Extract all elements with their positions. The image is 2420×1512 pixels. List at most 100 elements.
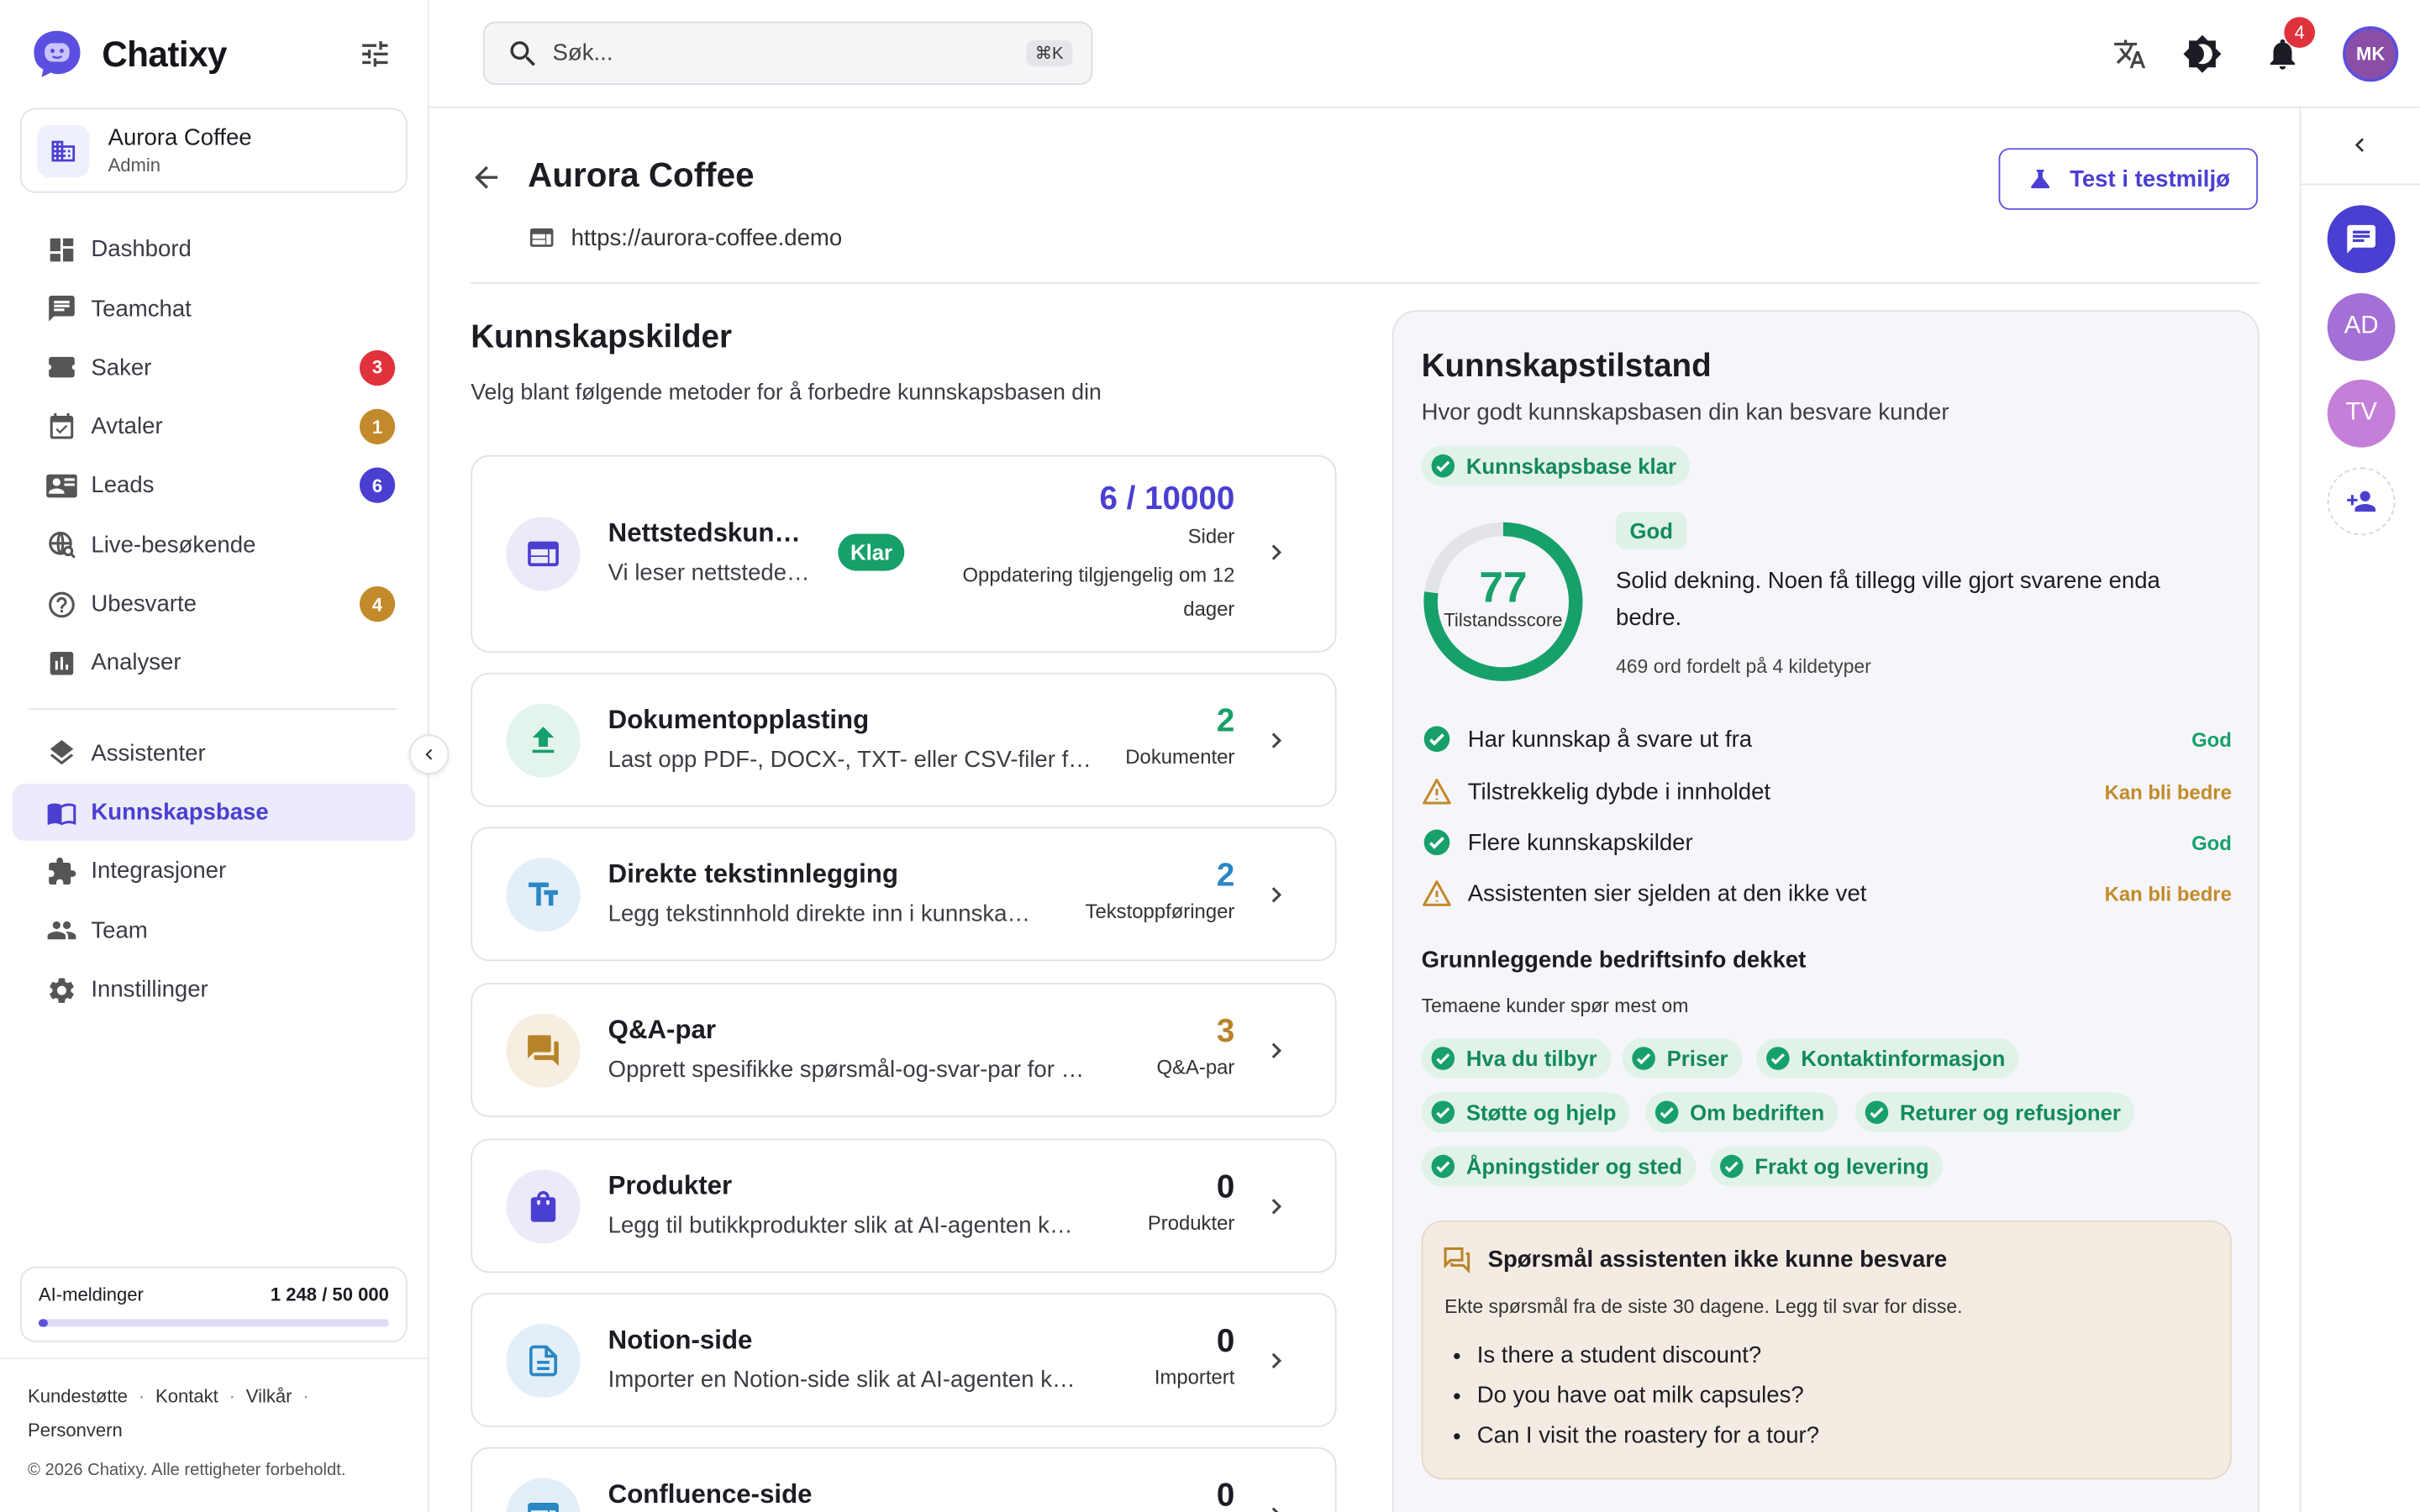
source-card-qa-pairs[interactable]: Q&A-par Opprett spesifikke spørsmål-og-s… xyxy=(471,982,1337,1117)
source-card-products[interactable]: Produkter Legg til butikkprodukter slik … xyxy=(471,1138,1337,1273)
health-score: 77 xyxy=(1479,563,1528,612)
sidebar-item-integrations[interactable]: Integrasjoner xyxy=(13,843,415,900)
footer-link-privacy[interactable]: Personvern xyxy=(28,1420,123,1441)
update-notice: Oppdatering tilgjengelig om 12 dager xyxy=(962,563,1235,621)
top-bar: Søk... ⌘K 4 MK xyxy=(429,0,2420,108)
health-check-row: Har kunnskap å svare ut fra God xyxy=(1422,721,2232,758)
sidebar-item-teamchat[interactable]: Teamchat xyxy=(13,280,415,338)
web-icon xyxy=(506,1478,581,1512)
ticket-icon xyxy=(46,352,77,383)
source-unit: Tekstoppføringer xyxy=(1085,899,1235,923)
building-icon xyxy=(37,123,90,177)
avatar[interactable]: TV xyxy=(2327,379,2396,448)
sidebar-item-appointments[interactable]: Avtaler 1 xyxy=(13,398,415,456)
topic-chip: Returer og refusjoner xyxy=(1854,1092,2135,1133)
chevron-right-icon xyxy=(1271,1199,1282,1215)
usage-progress-bar xyxy=(38,1319,389,1327)
topic-chip: Frakt og levering xyxy=(1710,1146,1944,1187)
analytics-icon xyxy=(46,648,77,679)
check-status: Kan bli bedre xyxy=(2104,881,2232,906)
source-card-website[interactable]: Nettstedskun… Vi leser nettstede… Klar 6… xyxy=(471,454,1337,653)
chat-icon xyxy=(2347,224,2375,254)
avatar[interactable]: AD xyxy=(2327,292,2396,361)
theme-toggle-icon[interactable] xyxy=(2182,34,2223,74)
sidebar-item-analytics[interactable]: Analyser xyxy=(13,634,415,692)
sidebar-item-team[interactable]: Team xyxy=(13,901,415,959)
collapse-sidebar-button[interactable] xyxy=(408,734,450,775)
sidebar-item-label: Assistenter xyxy=(91,740,206,767)
check-status: Kan bli bedre xyxy=(2104,780,2232,804)
chevron-right-icon xyxy=(1271,1507,1279,1512)
source-description: Importer en Notion-side slik at AI-agent… xyxy=(608,1367,1076,1394)
sidebar-item-label: Innstillinger xyxy=(91,976,208,1003)
source-card-confluence[interactable]: Confluence-side 0 xyxy=(471,1446,1337,1512)
website-url[interactable]: https://aurora-coffee.demo xyxy=(528,223,842,251)
footer-link-support[interactable]: Kundestøtte xyxy=(28,1385,128,1407)
sidebar-item-label: Leads xyxy=(91,472,155,500)
check-circle-icon xyxy=(1865,1100,1889,1125)
unanswered-subtitle: Ekte spørsmål fra de siste 30 dagene. Le… xyxy=(1444,1295,1963,1318)
check-circle-icon xyxy=(1431,1047,1455,1070)
sidebar-item-leads[interactable]: Leads 6 xyxy=(13,457,415,515)
search-placeholder: Søk... xyxy=(552,39,613,66)
organization-switcher[interactable]: Aurora Coffee Admin xyxy=(19,108,408,193)
test-environment-button[interactable]: Test i testmiljø xyxy=(1998,148,2259,210)
topic-label: Priser xyxy=(1666,1046,1728,1071)
source-count: 0 xyxy=(1216,1478,1235,1512)
forum-icon xyxy=(506,1013,581,1088)
sidebar-item-settings[interactable]: Innstillinger xyxy=(13,961,415,1019)
brand-name: Chatixy xyxy=(102,33,227,74)
usage-label: AI-meldinger xyxy=(38,1284,144,1305)
footer-links: Kundestøtte · Kontakt · Vilkår · Personvern xyxy=(28,1379,382,1447)
health-description: Solid dekning. Noen få tillegg ville gjo… xyxy=(1616,567,2160,632)
knowledge-ready-chip: Kunnskapsbase klar xyxy=(1421,445,1691,486)
chevron-left-icon[interactable] xyxy=(2346,131,2374,159)
sidebar-item-label: Kunnskapsbase xyxy=(91,799,269,826)
ai-usage-meter: AI-meldinger 1 248 / 50 000 xyxy=(19,1266,408,1342)
list-item[interactable]: Is there a student discount? xyxy=(1477,1341,1819,1372)
separator-dot: · xyxy=(138,1385,145,1408)
tune-icon[interactable] xyxy=(358,37,392,71)
check-status: God xyxy=(2191,831,2232,854)
list-item[interactable]: Can I visit the roastery for a tour? xyxy=(1477,1421,1819,1452)
health-check-row: Assistenten sier sjelden at den ikke vet… xyxy=(1422,874,2232,911)
brand[interactable]: Chatixy xyxy=(31,28,228,80)
add-member-button[interactable] xyxy=(2327,467,2396,536)
warning-icon xyxy=(1423,778,1451,805)
organization-name: Aurora Coffee xyxy=(108,124,252,151)
count-badge: 4 xyxy=(359,586,396,622)
source-card-notion[interactable]: Notion-side Importer en Notion-side slik… xyxy=(471,1293,1337,1427)
back-arrow-icon[interactable] xyxy=(469,160,502,194)
check-label: Har kunnskap å svare ut fra xyxy=(1467,726,1753,753)
footer-link-contact[interactable]: Kontakt xyxy=(155,1385,218,1407)
search-shortcut: ⌘K xyxy=(1025,39,1073,66)
source-card-documents[interactable]: Dokumentopplasting Last opp PDF-, DOCX-,… xyxy=(471,672,1337,807)
chat-widget-button[interactable] xyxy=(2327,205,2396,274)
count-badge: 1 xyxy=(359,408,396,445)
source-card-text[interactable]: Direkte tekstinnlegging Legg tekstinnhol… xyxy=(471,827,1337,962)
right-rail: AD TV xyxy=(2299,108,2420,1512)
sidebar-item-unanswered[interactable]: Ubesvarte 4 xyxy=(13,575,415,633)
rating-badge: God xyxy=(1616,512,1687,549)
sidebar-item-live-visitors[interactable]: Live-besøkende xyxy=(13,516,415,574)
sidebar-item-assistants[interactable]: Assistenter xyxy=(13,724,415,782)
dashboard-icon xyxy=(46,234,77,265)
people-icon xyxy=(46,916,77,947)
sidebar-item-tickets[interactable]: Saker 3 xyxy=(13,339,415,396)
list-item[interactable]: Do you have oat milk capsules? xyxy=(1477,1381,1819,1412)
nav-divider xyxy=(28,707,397,710)
footer-link-terms[interactable]: Vilkår xyxy=(246,1385,292,1407)
topic-chip: Hva du tilbyr xyxy=(1421,1038,1612,1079)
knowledge-sources-subtitle: Velg blant følgende metoder for å forbed… xyxy=(471,381,1102,407)
sidebar-item-dashboard[interactable]: Dashbord xyxy=(13,221,415,279)
usage-progress-fill xyxy=(38,1319,48,1327)
user-avatar[interactable]: MK xyxy=(2343,26,2399,82)
search-input[interactable]: Søk... ⌘K xyxy=(482,21,1093,86)
layers-icon xyxy=(46,738,77,769)
check-status: God xyxy=(2191,727,2232,751)
sidebar-item-label: Avtaler xyxy=(91,413,163,440)
sidebar-item-knowledge-base[interactable]: Kunnskapsbase xyxy=(12,783,416,842)
translate-icon[interactable] xyxy=(2110,34,2150,74)
rail-divider xyxy=(2301,183,2420,186)
check-label: Tilstrekkelig dybde i innholdet xyxy=(1467,778,1771,805)
